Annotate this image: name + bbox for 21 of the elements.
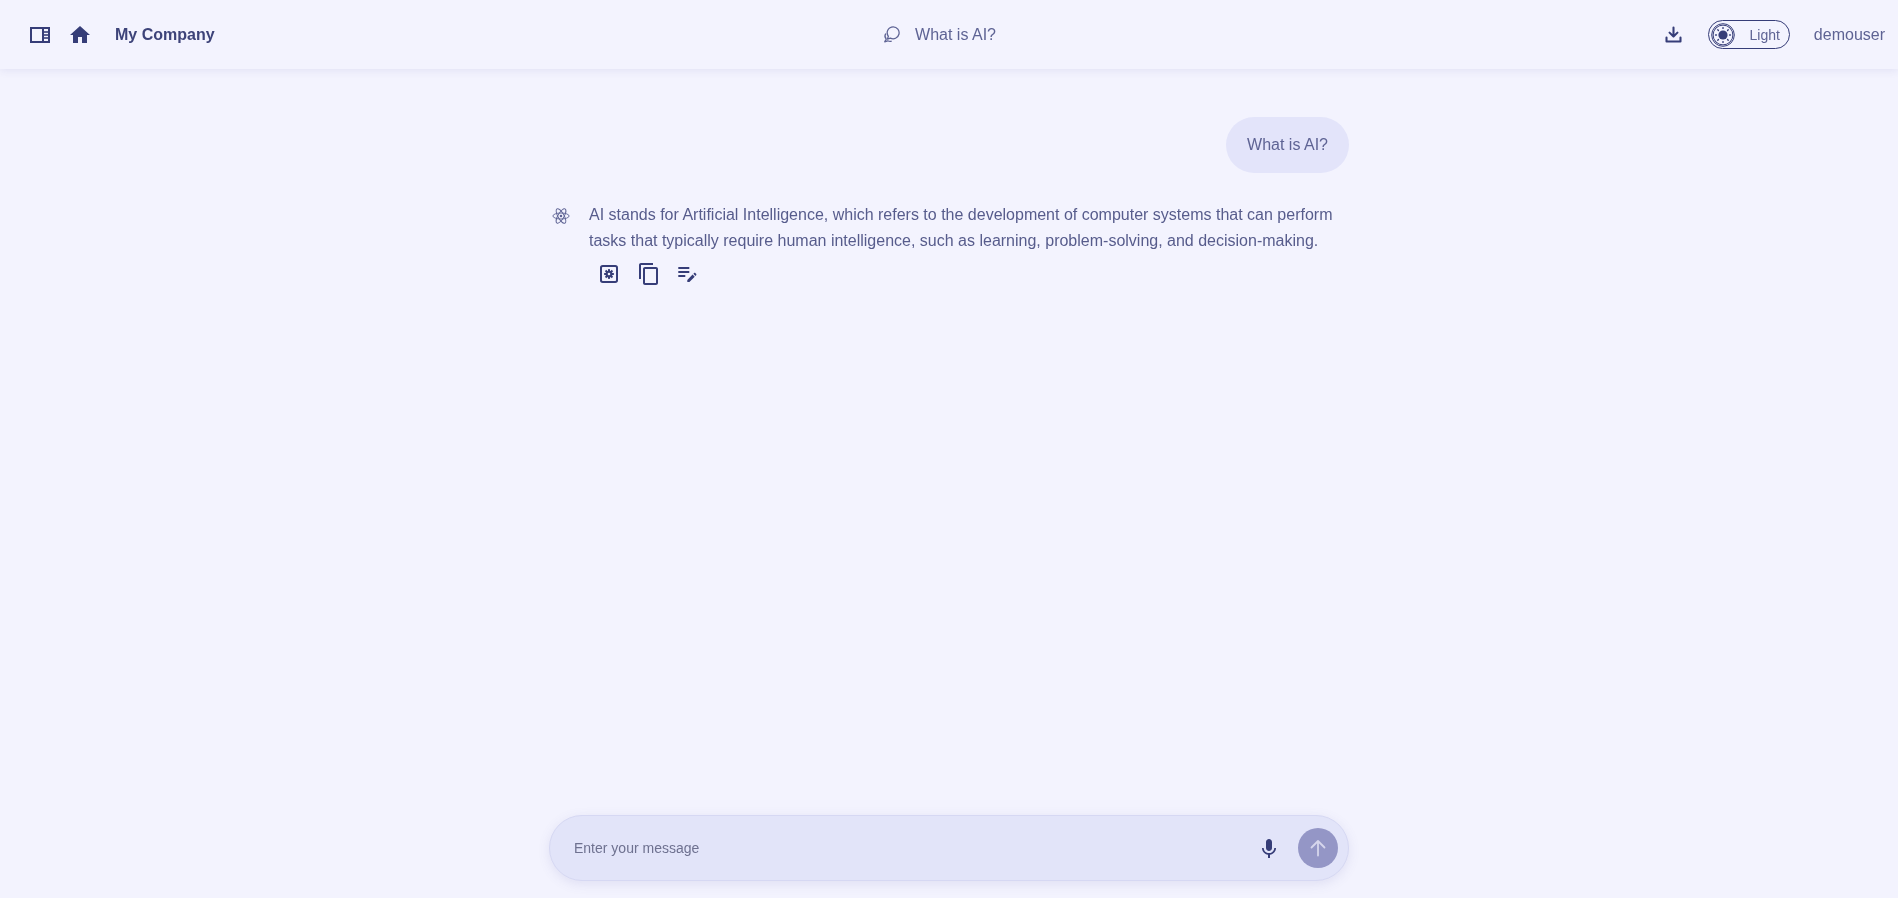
home-icon [70, 26, 90, 43]
company-name: My Company [115, 25, 215, 44]
microphone-icon [1262, 838, 1276, 858]
atom-icon [552, 207, 570, 225]
user-message-bubble: What is AI? [1226, 117, 1349, 173]
message-composer[interactable]: Enter your message [549, 815, 1349, 881]
microphone-button[interactable] [1262, 838, 1276, 858]
panel-icon [30, 26, 50, 43]
lines-pencil-icon [677, 266, 697, 282]
arrow-up-icon [1309, 839, 1327, 857]
assistant-message-text: AI stands for Artificial Intelligence, which refers to the development of computer systems that can perform tasks that typically require human intelligence, such as learning, problem-solving, and decision-making. [589, 205, 1334, 251]
gear-square-icon [600, 265, 618, 283]
username[interactable]: demouser [1813, 25, 1885, 44]
copy-icon [638, 263, 658, 285]
message-input[interactable]: Enter your message [574, 836, 1246, 860]
home-button[interactable] [70, 26, 90, 43]
download-button[interactable] [1664, 26, 1682, 43]
chat-title: What is AI? [915, 25, 996, 44]
download-icon [1664, 26, 1682, 43]
sidebar-toggle-button[interactable] [30, 26, 50, 43]
chat-bubbles-icon [883, 26, 901, 43]
